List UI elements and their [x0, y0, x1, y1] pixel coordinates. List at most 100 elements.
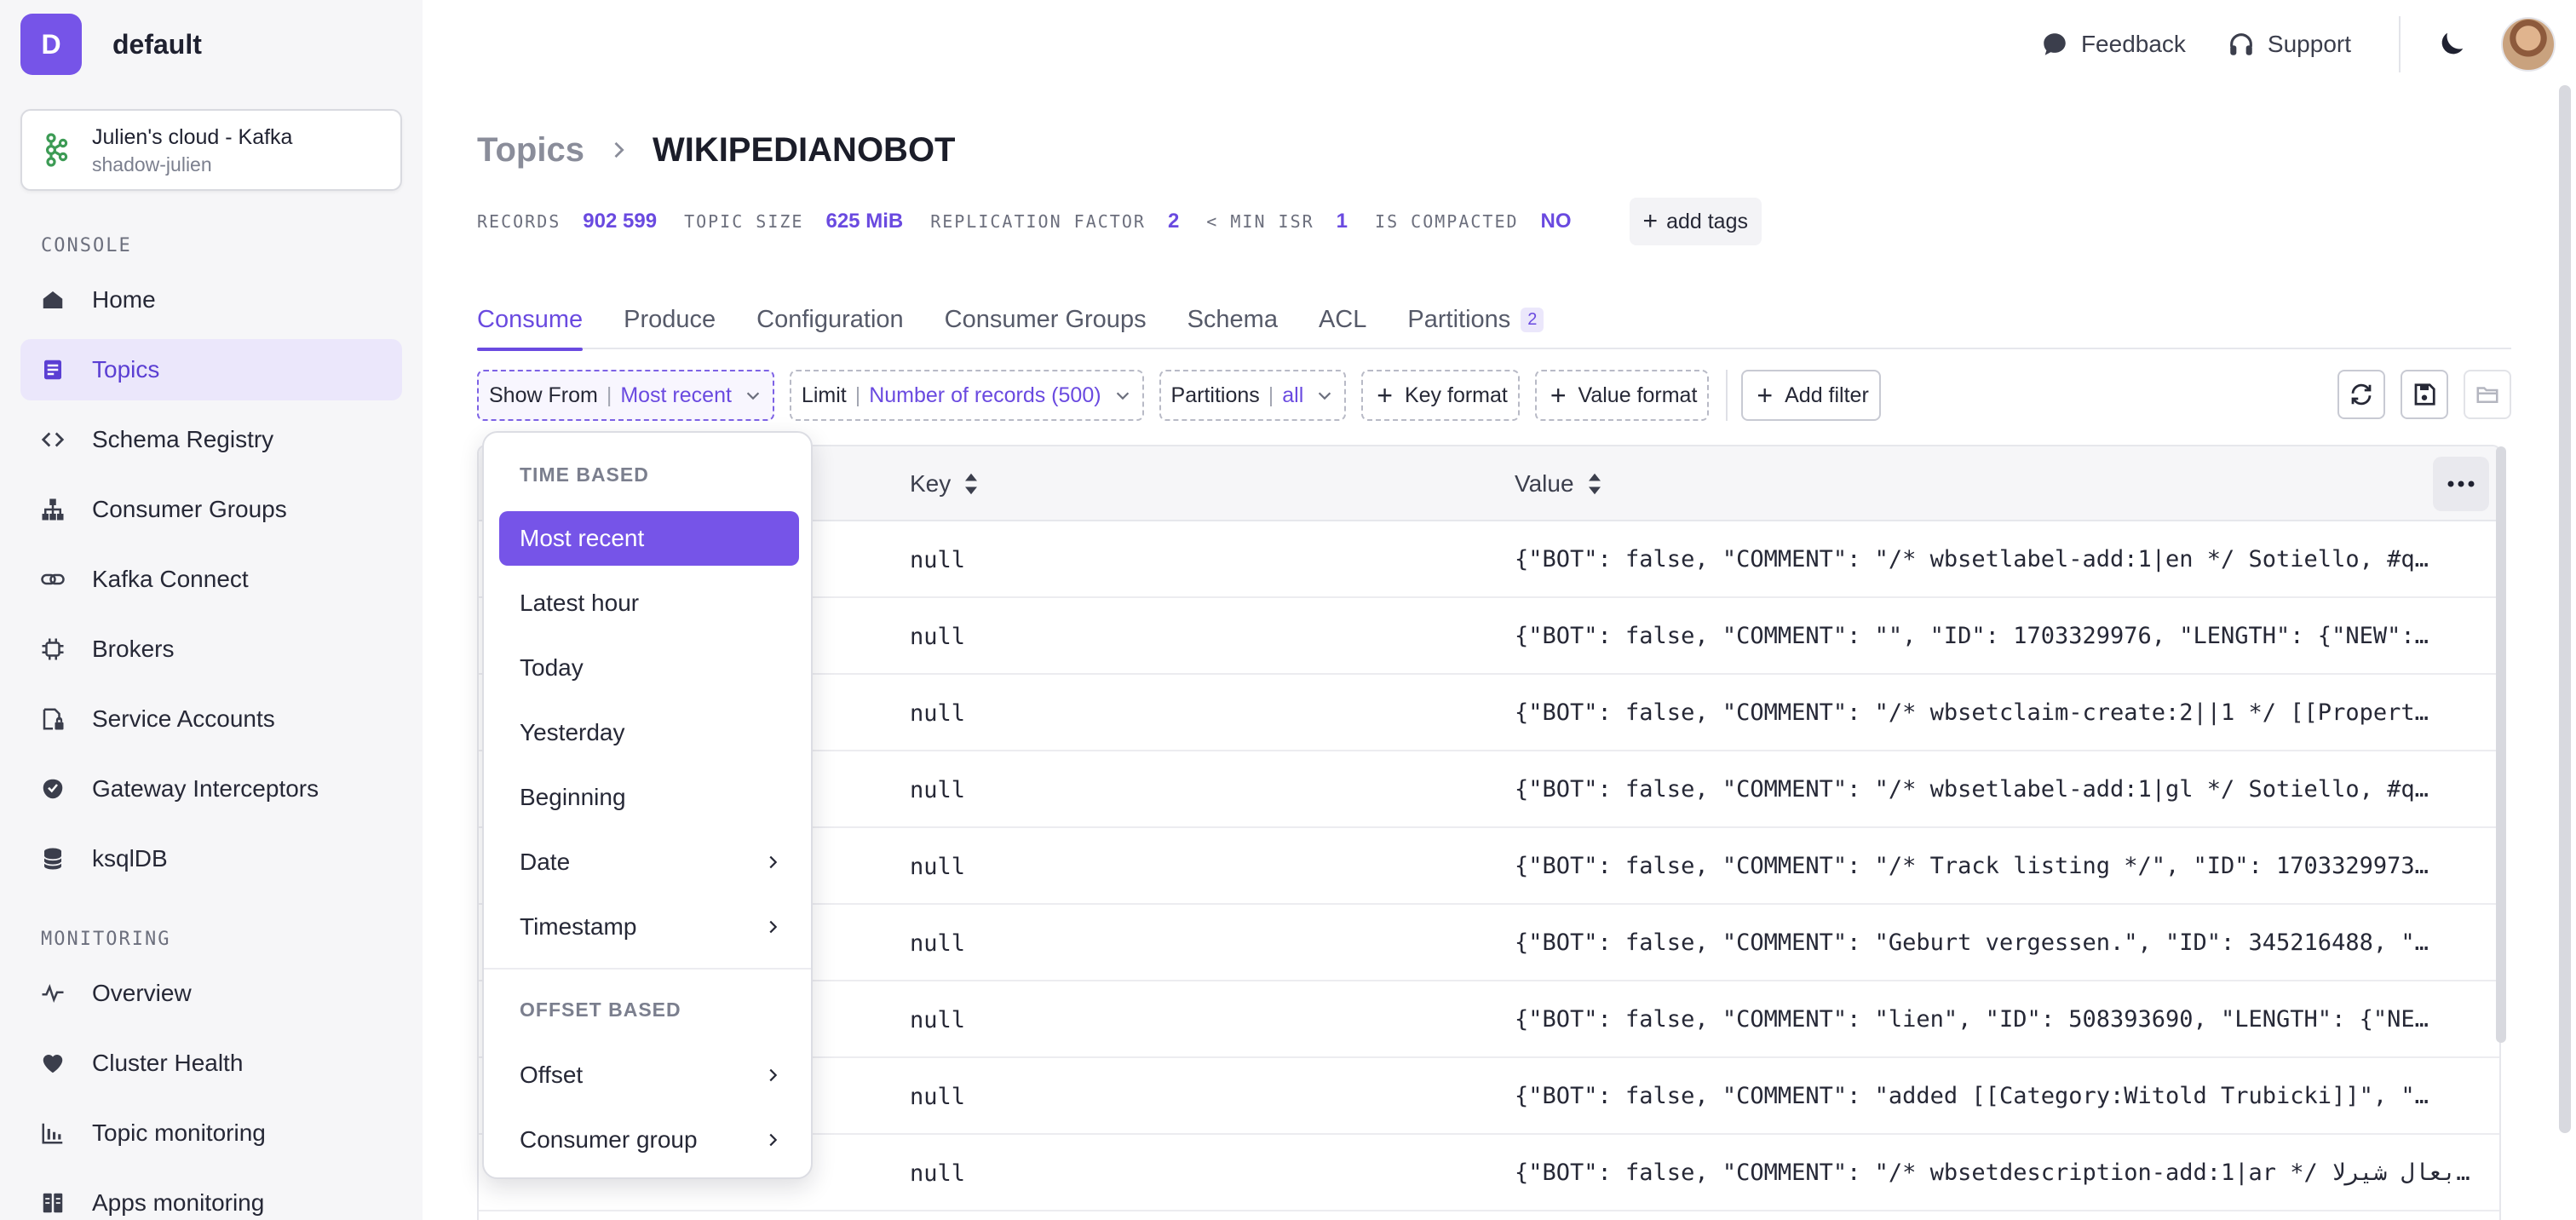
- value-format-filter[interactable]: + Value format: [1534, 370, 1710, 421]
- workspace-avatar[interactable]: D: [20, 14, 82, 75]
- sort-icon: [965, 473, 978, 495]
- compacted-value: NO: [1540, 210, 1572, 233]
- support-button[interactable]: Support: [2227, 30, 2351, 59]
- key-format-label: Key format: [1404, 383, 1508, 407]
- sidebar-item-gateway-interceptors[interactable]: Gateway Interceptors: [20, 758, 402, 820]
- tab-consumer-groups[interactable]: Consumer Groups: [945, 290, 1147, 349]
- key-column-header[interactable]: Key: [910, 446, 980, 521]
- min-isr-value: 1: [1336, 210, 1348, 233]
- more-options-button[interactable]: [2433, 457, 2489, 511]
- chat-bubble-icon: [2044, 33, 2066, 55]
- filter-bar: Show From | Most recent Limit | Number o…: [477, 370, 1896, 421]
- sidebar-item-brokers[interactable]: Brokers: [20, 619, 402, 680]
- kafka-icon: [45, 133, 68, 167]
- tab-produce[interactable]: Produce: [624, 290, 716, 349]
- add-tags-label: add tags: [1666, 209, 1748, 233]
- sidebar-item-topics[interactable]: Topics: [20, 339, 402, 400]
- partitions-filter[interactable]: Partitions | all: [1159, 370, 1347, 421]
- sidebar-item-label: Service Accounts: [92, 705, 275, 732]
- option-offset[interactable]: Offset: [499, 1048, 799, 1102]
- add-tags-button[interactable]: + add tags: [1629, 198, 1762, 245]
- load-button[interactable]: [2464, 370, 2511, 419]
- value-cell: {"BOT": false, "COMMENT": "/* wbsetdescr…: [1515, 1160, 2470, 1186]
- option-yesterday[interactable]: Yesterday: [499, 705, 799, 760]
- sidebar-item-topic-monitoring[interactable]: Topic monitoring: [20, 1102, 402, 1164]
- show-from-filter[interactable]: Show From | Most recent: [477, 370, 774, 421]
- table-actions: [2322, 370, 2511, 421]
- option-consumer-group[interactable]: Consumer group: [499, 1113, 799, 1167]
- table-scrollbar[interactable]: [2496, 446, 2506, 1043]
- tab-schema[interactable]: Schema: [1187, 290, 1278, 349]
- tab-partitions[interactable]: Partitions 2: [1407, 290, 1544, 349]
- option-date[interactable]: Date: [499, 835, 799, 889]
- refresh-button[interactable]: [2337, 370, 2385, 419]
- tab-consume[interactable]: Consume: [477, 290, 584, 351]
- show-from-label: Show From: [489, 383, 598, 407]
- sidebar-item-apps-monitoring[interactable]: Apps monitoring: [20, 1172, 402, 1220]
- sidebar: D default Julien's cloud - Kafka shadow-…: [0, 0, 423, 1220]
- key-format-filter[interactable]: + Key format: [1361, 370, 1520, 421]
- sidebar-item-label: Topic monitoring: [92, 1119, 266, 1146]
- sidebar-item-label: Brokers: [92, 636, 175, 662]
- save-button[interactable]: [2401, 370, 2448, 419]
- workspace-name[interactable]: default: [112, 29, 202, 60]
- filter-divider: |: [1268, 383, 1274, 407]
- cluster-selector[interactable]: Julien's cloud - Kafka shadow-julien: [20, 109, 402, 191]
- option-consumer-group-label: Consumer group: [520, 1126, 698, 1153]
- min-isr-label: < MIN ISR: [1206, 211, 1314, 232]
- sidebar-item-consumer-groups[interactable]: Consumer Groups: [20, 479, 402, 540]
- sidebar-item-home[interactable]: Home: [20, 269, 402, 331]
- tab-configuration[interactable]: Configuration: [756, 290, 904, 349]
- key-cell: null: [910, 699, 966, 727]
- breadcrumb-topics-link[interactable]: Topics: [477, 131, 584, 170]
- sidebar-item-label: Kafka Connect: [92, 566, 249, 592]
- sidebar-item-label: Gateway Interceptors: [92, 775, 319, 802]
- chevron-down-icon: [746, 392, 760, 400]
- breadcrumb: Topics WIKIPEDIANOBOT: [477, 126, 955, 174]
- chevron-right-icon: [769, 855, 778, 869]
- value-cell: {"BOT": false, "COMMENT": "Geburt verges…: [1515, 929, 2429, 956]
- sidebar-item-schema-registry[interactable]: Schema Registry: [20, 409, 402, 470]
- sidebar-item-service-accounts[interactable]: Service Accounts: [20, 688, 402, 750]
- limit-value: Number of records (500): [869, 383, 1101, 407]
- tab-acl[interactable]: ACL: [1319, 290, 1366, 349]
- replication-label: REPLICATION FACTOR: [930, 211, 1146, 232]
- option-most-recent[interactable]: Most recent: [499, 511, 799, 566]
- sidebar-item-label: Overview: [92, 980, 192, 1006]
- sidebar-item-cluster-health[interactable]: Cluster Health: [20, 1033, 402, 1094]
- option-offset-label: Offset: [520, 1062, 584, 1088]
- limit-filter[interactable]: Limit | Number of records (500): [789, 370, 1144, 421]
- offset-based-group-label: OFFSET BASED: [520, 998, 681, 1021]
- topic-stats: RECORDS 902 599 TOPIC SIZE 625 MiB REPLI…: [477, 198, 1762, 245]
- chevron-right-icon: [614, 141, 624, 158]
- option-beginning[interactable]: Beginning: [499, 770, 799, 825]
- key-cell: null: [910, 776, 966, 803]
- feedback-button[interactable]: Feedback: [2040, 30, 2186, 59]
- sidebar-item-label: Consumer Groups: [92, 496, 287, 522]
- replication-value: 2: [1167, 210, 1180, 233]
- plus-icon: +: [1377, 380, 1393, 411]
- value-column-header[interactable]: Value: [1515, 446, 1603, 521]
- heart-icon: [39, 1050, 66, 1077]
- workspace-header[interactable]: D default: [20, 14, 202, 75]
- chevron-right-icon: [769, 920, 778, 934]
- option-timestamp[interactable]: Timestamp: [499, 900, 799, 954]
- topbar-divider: [2399, 16, 2401, 72]
- value-cell: {"BOT": false, "COMMENT": "/* wbsetclaim…: [1515, 699, 2429, 726]
- ellipsis-icon: [2447, 481, 2475, 487]
- moon-icon[interactable]: [2435, 27, 2469, 61]
- option-date-label: Date: [520, 849, 571, 875]
- sidebar-item-overview[interactable]: Overview: [20, 963, 402, 1024]
- sidebar-item-kafka-connect[interactable]: Kafka Connect: [20, 549, 402, 610]
- option-latest-hour[interactable]: Latest hour: [499, 576, 799, 630]
- user-avatar[interactable]: [2501, 17, 2556, 72]
- option-today[interactable]: Today: [499, 641, 799, 695]
- save-icon: [2414, 383, 2435, 406]
- page-scrollbar[interactable]: [2559, 85, 2571, 1133]
- add-filter-button[interactable]: + Add filter: [1741, 370, 1881, 421]
- sidebar-item-label: Topics: [92, 356, 160, 383]
- topic-tabs: Consume Produce Configuration Consumer G…: [477, 290, 2511, 351]
- value-format-label: Value format: [1578, 383, 1698, 407]
- sidebar-item-ksqldb[interactable]: ksqlDB: [20, 828, 402, 889]
- tab-partitions-label: Partitions: [1407, 305, 1511, 333]
